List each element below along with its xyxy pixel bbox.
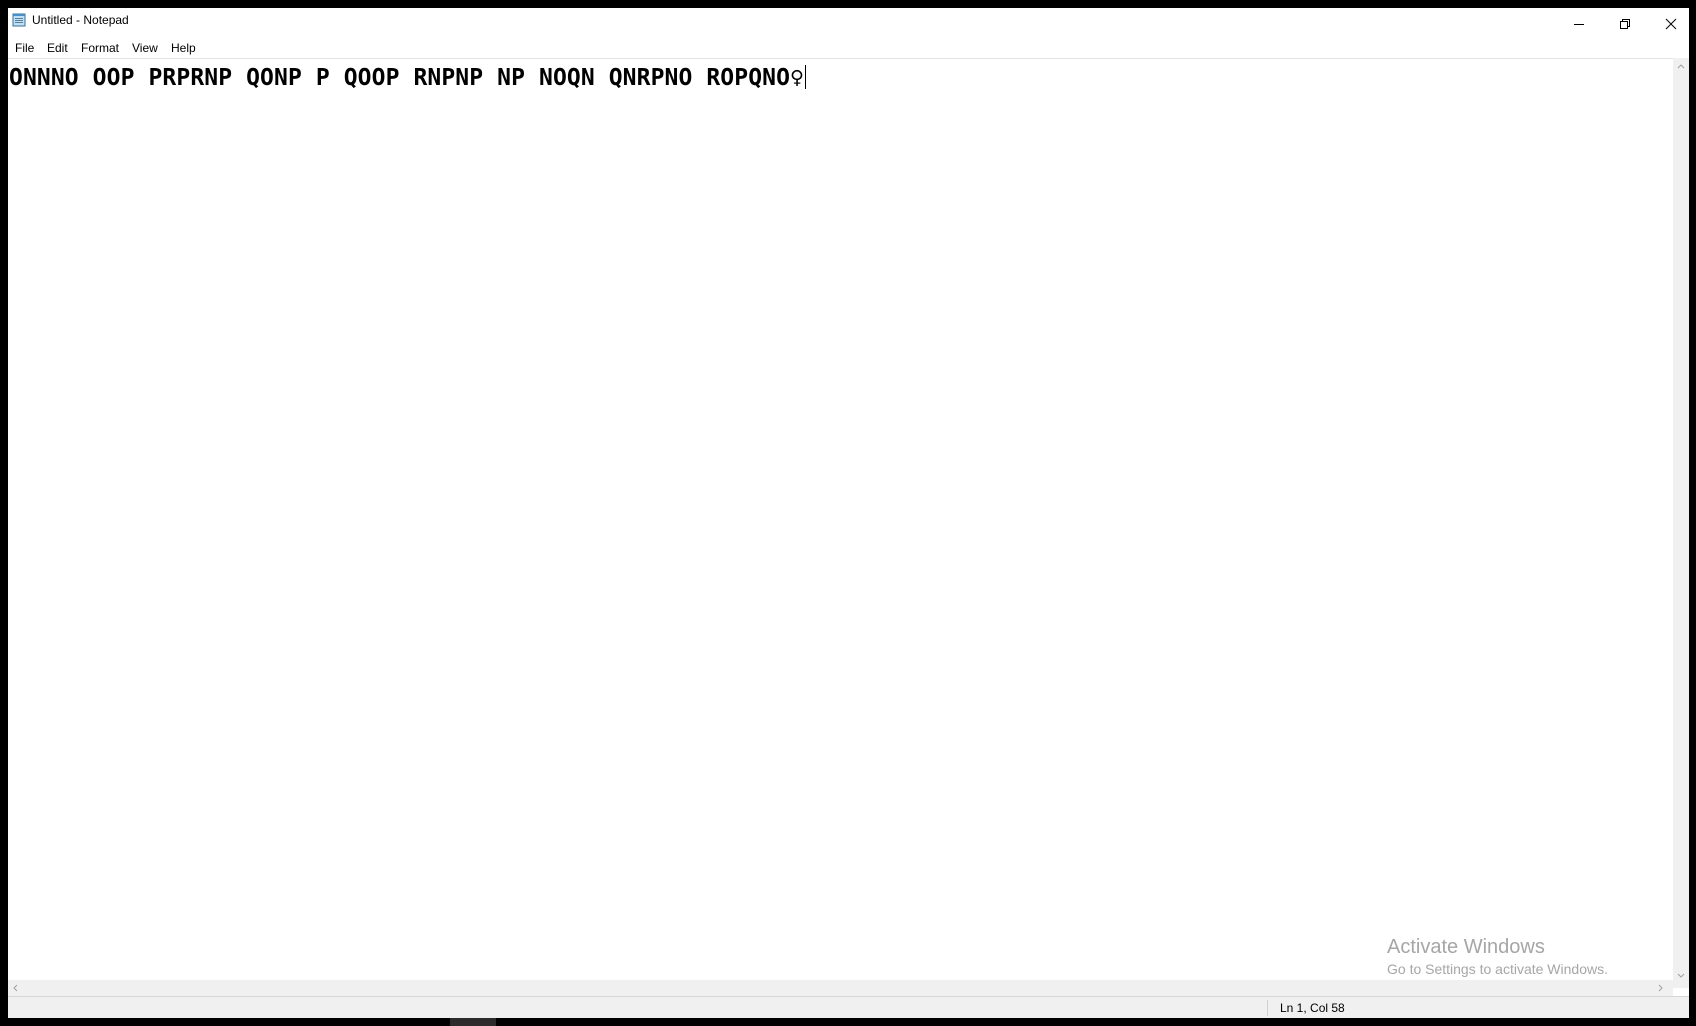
title-bar[interactable]: Untitled - Notepad: [8, 8, 1689, 38]
scroll-left-icon[interactable]: [12, 984, 18, 992]
watermark-title: Activate Windows: [1387, 936, 1545, 958]
menu-edit[interactable]: Edit: [47, 41, 68, 55]
editor-content: ONNNO OOP PRPRNP QONP P QOOP RNPNP NP NO…: [9, 65, 804, 91]
menu-help[interactable]: Help: [171, 41, 196, 55]
restore-button[interactable]: [1602, 8, 1648, 38]
activation-watermark: Activate Windows Go to Settings to activ…: [1387, 935, 1608, 979]
scroll-down-icon[interactable]: [1677, 973, 1685, 979]
status-separator: [1267, 1000, 1268, 1016]
vertical-scrollbar[interactable]: [1673, 58, 1689, 988]
menu-bar: File Edit Format View Help: [8, 38, 1689, 58]
menu-view[interactable]: View: [132, 41, 158, 55]
status-bar: Ln 1, Col 58: [8, 996, 1689, 1019]
notepad-icon[interactable]: [12, 12, 26, 27]
text-editor-area[interactable]: ONNNO OOP PRPRNP QONP P QOOP RNPNP NP NO…: [8, 58, 1673, 989]
notepad-window: Untitled - Notepad File Edit Format View…: [8, 8, 1689, 1019]
scroll-up-icon[interactable]: [1677, 63, 1685, 69]
cursor-position: Ln 1, Col 58: [1280, 1001, 1345, 1015]
scroll-right-icon[interactable]: [1658, 984, 1664, 992]
close-icon: [1665, 18, 1677, 30]
restore-icon: [1620, 19, 1630, 29]
minimize-icon: [1574, 24, 1584, 25]
menu-file[interactable]: File: [15, 41, 34, 55]
close-button[interactable]: [1648, 8, 1694, 38]
text-caret: [805, 65, 806, 89]
menu-format[interactable]: Format: [81, 41, 119, 55]
window-title: Untitled - Notepad: [32, 13, 129, 27]
watermark-subtitle: Go to Settings to activate Windows.: [1387, 961, 1608, 977]
horizontal-scrollbar[interactable]: [8, 980, 1673, 996]
taskbar-edge: [0, 1018, 1696, 1026]
editor-text-line[interactable]: ONNNO OOP PRPRNP QONP P QOOP RNPNP NP NO…: [9, 63, 806, 93]
minimize-button[interactable]: [1556, 8, 1602, 38]
taskbar-active-item[interactable]: [450, 1018, 496, 1026]
